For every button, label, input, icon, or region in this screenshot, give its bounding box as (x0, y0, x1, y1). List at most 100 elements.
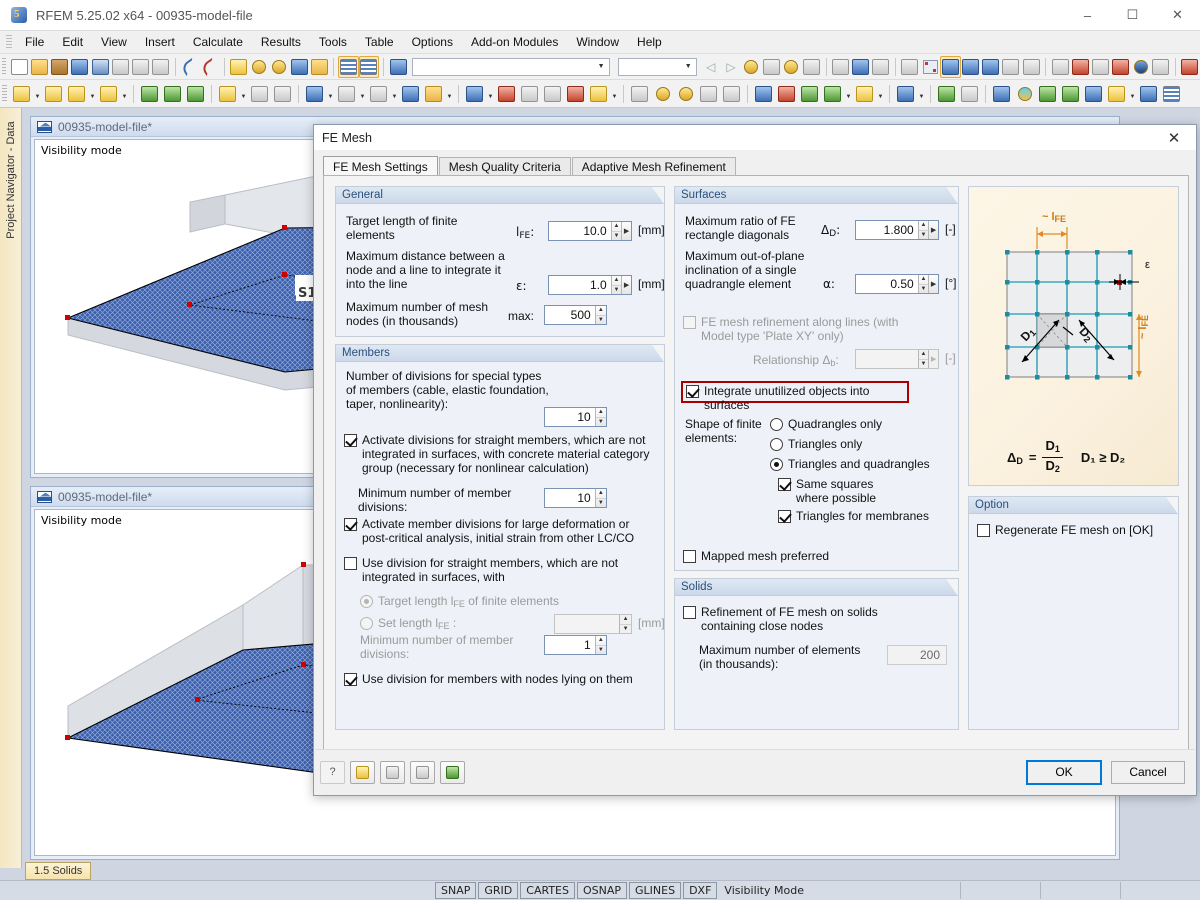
activate-large-deformation-checkbox[interactable]: Activate member divisions for large defo… (344, 517, 652, 545)
coord-xx-icon[interactable] (801, 56, 821, 78)
cancel-button[interactable]: Cancel (1111, 761, 1185, 784)
insert-solid-icon[interactable] (303, 83, 326, 105)
relationship-more-icon[interactable]: ▶ (928, 350, 938, 368)
fe-refinement-lines-checkbox[interactable]: FE mesh refinement along lines (with Mod… (683, 315, 913, 343)
result-line-icon[interactable] (1082, 83, 1105, 105)
insert-load-icon[interactable] (367, 83, 390, 105)
checkbox-box[interactable] (683, 606, 696, 619)
checkbox-box[interactable] (344, 434, 357, 447)
select-window-icon[interactable] (289, 56, 309, 78)
menu-help[interactable]: Help (628, 32, 671, 52)
zoom-region-icon[interactable] (781, 56, 801, 78)
integrate-unutilized-checkbox[interactable]: Integrate unutilized objects into surfac… (686, 384, 906, 412)
radio-box[interactable] (770, 458, 783, 471)
fe-mesh-dots-icon[interactable] (920, 56, 940, 78)
menu-file[interactable]: File (16, 32, 53, 52)
fe-mesh-2-icon[interactable] (961, 56, 981, 78)
target-length-more-icon[interactable]: ▶ (621, 222, 631, 240)
insert-line-dim-icon[interactable] (65, 83, 88, 105)
clipboard-icon[interactable] (110, 56, 130, 78)
solids-tab[interactable]: 1.5 Solids (25, 862, 91, 880)
chevron-down-icon[interactable]: ▼ (917, 83, 926, 105)
checkbox-box[interactable] (344, 557, 357, 570)
new-file-icon[interactable] (9, 56, 29, 78)
view-y-icon[interactable] (775, 83, 798, 105)
intersect-icon[interactable] (1111, 56, 1131, 78)
checkbox-box[interactable] (344, 518, 357, 531)
member-hinge-icon[interactable] (564, 83, 587, 105)
checkbox-box[interactable] (778, 478, 791, 491)
mirror-icon[interactable] (1090, 56, 1110, 78)
info2-icon[interactable] (410, 761, 435, 784)
fe-mesh-gen-icon[interactable] (900, 56, 920, 78)
paint-icon[interactable] (894, 83, 917, 105)
dialog-close-icon[interactable]: ✕ (1152, 125, 1196, 150)
mesh-fill-icon[interactable] (871, 56, 891, 78)
max-ratio-input[interactable]: ▲▼ ▶ (855, 220, 939, 240)
undo-icon[interactable] (180, 56, 200, 78)
axis-symmetry-icon[interactable] (1070, 56, 1090, 78)
view-x-icon[interactable] (752, 83, 775, 105)
target-length-spinner[interactable]: ▲▼ (611, 222, 622, 240)
solid-mesh-icon[interactable] (851, 56, 871, 78)
menu-results[interactable]: Results (252, 32, 310, 52)
project-navigator-panel[interactable]: Project Navigator - Data (0, 108, 22, 868)
menu-view[interactable]: View (92, 32, 136, 52)
max-inclination-spinner[interactable]: ▲▼ (918, 275, 929, 293)
open-file-icon[interactable] (30, 56, 50, 78)
special-divisions-input[interactable]: ▲▼ (544, 407, 607, 427)
zoom-out-icon[interactable] (674, 83, 697, 105)
menu-window[interactable]: Window (567, 32, 628, 52)
redo-icon[interactable] (200, 56, 220, 78)
insert-node-icon[interactable] (10, 83, 33, 105)
insert-grid-icon[interactable] (271, 83, 294, 105)
same-squares-checkbox[interactable]: Same squares where possible (778, 477, 888, 505)
load-case-icon[interactable] (388, 56, 408, 78)
tab-adaptive-mesh-refinement[interactable]: Adaptive Mesh Refinement (572, 157, 736, 176)
chevron-down-icon[interactable]: ▼ (445, 83, 454, 105)
use-division-nodes-checkbox[interactable]: Use division for members with nodes lyin… (344, 672, 649, 686)
radio-box[interactable] (360, 595, 373, 608)
open-blue-model-icon[interactable] (70, 56, 90, 78)
regenerate-fe-mesh-checkbox[interactable]: Regenerate FE mesh on [OK] (977, 523, 1167, 537)
zoom-in-icon[interactable] (651, 83, 674, 105)
view-cube-icon[interactable] (697, 83, 720, 105)
info-icon[interactable] (1131, 56, 1151, 78)
table-grid-icon[interactable] (359, 56, 379, 78)
max-inclination-input[interactable]: ▲▼ ▶ (855, 274, 939, 294)
min-divisions2-value[interactable] (545, 637, 595, 653)
insert-opening-icon[interactable] (335, 83, 358, 105)
section-icon[interactable] (1137, 83, 1160, 105)
menu-insert[interactable]: Insert (136, 32, 184, 52)
relationship-input[interactable]: ▲▼ ▶ (855, 349, 939, 369)
radio-set-length[interactable]: Set length lFE : (360, 616, 520, 633)
refinement-solids-checkbox[interactable]: Refinement of FE mesh on solids containi… (683, 605, 933, 633)
chevron-down-icon[interactable]: ▼ (326, 83, 335, 105)
select-all-icon[interactable] (628, 83, 651, 105)
set-length-value[interactable] (555, 616, 619, 632)
table-result-icon[interactable] (1160, 83, 1183, 105)
insert-support-icon[interactable] (161, 83, 184, 105)
fe-mesh-4-icon[interactable] (1001, 56, 1021, 78)
checkbox-box[interactable] (778, 510, 791, 523)
chevron-down-icon[interactable]: ▼ (844, 83, 853, 105)
checkbox-box[interactable] (686, 385, 699, 398)
menu-table[interactable]: Table (356, 32, 403, 52)
use-division-straight-checkbox[interactable]: Use division for straight members, which… (344, 556, 644, 584)
column-icon[interactable] (1151, 56, 1171, 78)
menu-tools[interactable]: Tools (310, 32, 356, 52)
target-length-input[interactable]: ▲▼ ▶ (548, 221, 632, 241)
maximize-button[interactable]: ☐ (1110, 0, 1155, 31)
zoom-target-icon[interactable] (249, 56, 269, 78)
deformation-icon[interactable] (990, 83, 1013, 105)
zoom-global-icon[interactable] (269, 56, 289, 78)
help-icon[interactable]: ? (320, 761, 345, 784)
table-view-icon[interactable] (338, 56, 358, 78)
insert-block-icon[interactable] (399, 83, 422, 105)
pin-red-icon[interactable] (1180, 56, 1200, 78)
fe-mesh-settings-icon[interactable] (940, 56, 960, 78)
fe-mesh-5-icon[interactable] (1021, 56, 1041, 78)
render-mode-icon[interactable] (853, 83, 876, 105)
view-negy-icon[interactable] (821, 83, 844, 105)
insert-arc-icon[interactable] (97, 83, 120, 105)
